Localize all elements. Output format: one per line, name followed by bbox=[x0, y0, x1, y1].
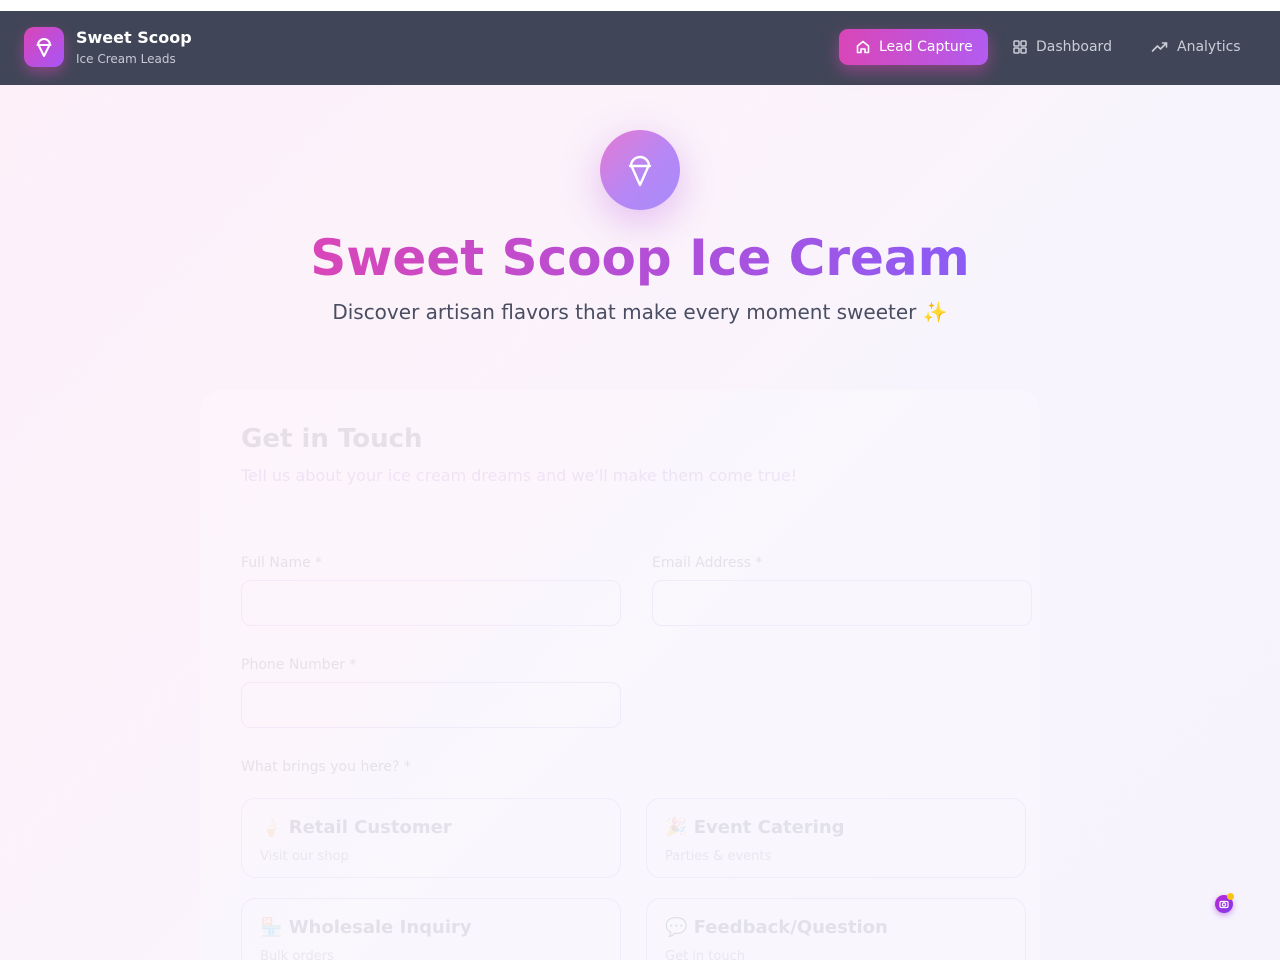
option-retail-customer[interactable]: 🍦 Retail Customer Visit our shop bbox=[241, 798, 621, 878]
option-title: 🎉 Event Catering bbox=[665, 817, 845, 838]
nav-lead-capture-label: Lead Capture bbox=[879, 39, 973, 55]
trending-up-icon bbox=[1151, 39, 1169, 55]
email-label: Email Address * bbox=[652, 555, 763, 571]
option-emoji: 🍦 bbox=[260, 817, 283, 838]
notification-dot bbox=[1227, 893, 1234, 900]
full-name-input[interactable] bbox=[241, 580, 621, 626]
full-name-label: Full Name * bbox=[241, 555, 323, 571]
brand-name: Sweet Scoop bbox=[76, 28, 192, 47]
option-emoji: 🎉 bbox=[665, 817, 688, 838]
grid-icon bbox=[1012, 39, 1028, 55]
email-input[interactable] bbox=[652, 580, 1032, 626]
phone-label: Phone Number * bbox=[241, 657, 357, 673]
ice-cream-icon bbox=[625, 152, 655, 188]
option-title-text: Event Catering bbox=[693, 817, 845, 838]
option-title-text: Wholesale Inquiry bbox=[288, 917, 472, 938]
option-wholesale-inquiry[interactable]: 🏪 Wholesale Inquiry Bulk orders bbox=[241, 898, 621, 960]
option-subtitle: Get in touch bbox=[665, 949, 745, 960]
option-emoji: 💬 bbox=[665, 917, 688, 938]
option-emoji: 🏪 bbox=[260, 917, 283, 938]
home-icon bbox=[855, 39, 871, 55]
sparkle-icon: ✨ bbox=[922, 300, 948, 324]
nav-dashboard[interactable]: Dashboard bbox=[1012, 29, 1112, 65]
brand-logo[interactable] bbox=[24, 27, 64, 67]
top-strip bbox=[0, 0, 1280, 11]
nav-analytics-label: Analytics bbox=[1177, 39, 1241, 55]
option-title: 🏪 Wholesale Inquiry bbox=[260, 917, 472, 938]
option-subtitle: Bulk orders bbox=[260, 949, 334, 960]
brand-subtitle: Ice Cream Leads bbox=[76, 52, 176, 66]
hero-icon-badge bbox=[600, 130, 680, 210]
nav-dashboard-label: Dashboard bbox=[1036, 39, 1112, 55]
option-title: 🍦 Retail Customer bbox=[260, 817, 452, 838]
option-subtitle: Visit our shop bbox=[260, 849, 349, 864]
option-event-catering[interactable]: 🎉 Event Catering Parties & events bbox=[646, 798, 1026, 878]
form-title: Get in Touch bbox=[241, 424, 423, 454]
form-subtitle: Tell us about your ice cream dreams and … bbox=[241, 466, 798, 485]
hero-title: Sweet Scoop Ice Cream bbox=[310, 229, 970, 287]
top-navbar: Sweet Scoop Ice Cream Leads Lead Capture… bbox=[0, 11, 1280, 85]
option-feedback-question[interactable]: 💬 Feedback/Question Get in touch bbox=[646, 898, 1026, 960]
camera-icon bbox=[1219, 899, 1229, 909]
reason-label: What brings you here? * bbox=[241, 759, 411, 775]
option-subtitle: Parties & events bbox=[665, 849, 772, 864]
option-title-text: Retail Customer bbox=[288, 817, 452, 838]
nav-analytics[interactable]: Analytics bbox=[1151, 29, 1241, 65]
option-title-text: Feedback/Question bbox=[693, 917, 888, 938]
phone-input[interactable] bbox=[241, 682, 621, 728]
nav-lead-capture[interactable]: Lead Capture bbox=[839, 29, 988, 65]
ice-cream-icon bbox=[34, 36, 54, 58]
option-title: 💬 Feedback/Question bbox=[665, 917, 888, 938]
hero-subtitle: Discover artisan flavors that make every… bbox=[332, 300, 948, 324]
